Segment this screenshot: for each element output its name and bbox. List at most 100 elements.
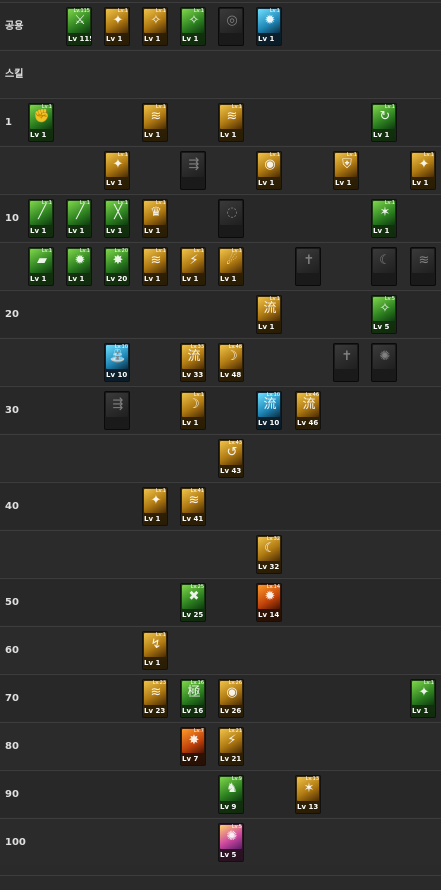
gust-icon: ≋ xyxy=(412,249,434,273)
skill-slot[interactable]: ≋ Lv.1 Lv 1 xyxy=(142,247,168,286)
skill-level-tag: Lv.48 xyxy=(228,344,242,350)
skill-slot[interactable]: ⛨ Lv.1 Lv 1 xyxy=(333,151,359,190)
skill-slot[interactable]: ↻ Lv.1 Lv 1 xyxy=(371,103,397,142)
skill-row: ↺ Lv.43 Lv 43 xyxy=(0,434,441,481)
skill-slot[interactable]: ⇶ xyxy=(104,391,130,430)
skill-row: 공용 ⚔ Lv.115 Lv 115 ✦ Lv.1 Lv 1 ✧ Lv.1 Lv 1 ✧ Lv.1 Lv… xyxy=(0,2,441,49)
skill-slot[interactable]: 流 Lv.46 Lv 46 xyxy=(295,391,321,430)
skill-level-label: Lv 1 xyxy=(106,35,123,43)
skill-slot[interactable]: ✦ Lv.1 Lv 1 xyxy=(142,487,168,526)
skill-level-label: Lv 14 xyxy=(258,611,280,619)
skill-slot[interactable]: ≋ Lv.41 Lv 41 xyxy=(180,487,206,526)
row-level-label: 70 xyxy=(5,693,19,704)
skill-slot[interactable]: ✹ Lv.1 Lv 1 xyxy=(256,7,282,46)
skill-slot[interactable]: ◎ xyxy=(218,7,244,46)
skill-slot[interactable]: ✖ Lv.25 Lv 25 xyxy=(180,583,206,622)
skill-slot[interactable]: ✊ Lv.1 Lv 1 xyxy=(28,103,54,142)
skill-slot[interactable]: ◉ Lv.1 Lv 1 xyxy=(256,151,282,190)
skill-level-tag: Lv.7 xyxy=(193,728,204,734)
skill-level-tag: Lv.1 xyxy=(423,680,434,686)
skill-slot[interactable]: ♞ Lv.9 Lv 9 xyxy=(218,775,244,814)
cross-icon: ✝ xyxy=(297,249,319,273)
skill-level-label: Lv 20 xyxy=(106,275,128,283)
row-level-label: 스킬 xyxy=(5,69,24,80)
skill-slot[interactable]: 流 Lv.33 Lv 33 xyxy=(180,343,206,382)
skill-slot[interactable]: ✶ Lv.13 Lv 13 xyxy=(295,775,321,814)
skill-level-label: Lv 1 xyxy=(144,227,161,235)
skill-slot[interactable]: ⚡ Lv.21 Lv 21 xyxy=(218,727,244,766)
skill-slot[interactable]: ✦ Lv.1 Lv 1 xyxy=(410,151,436,190)
skill-row: 30 ⇶ ☽ Lv.1 Lv 1 流 Lv.10 Lv 10 流 Lv.46 Lv 46 xyxy=(0,386,441,433)
row-level-label: 50 xyxy=(5,597,19,608)
skill-slot[interactable]: ☾ Lv.32 Lv 32 xyxy=(256,535,282,574)
skill-level-tag: Lv.43 xyxy=(228,440,242,446)
skill-slot[interactable]: ✸ Lv.7 Lv 7 xyxy=(180,727,206,766)
skill-level-tag: Lv.1 xyxy=(193,248,204,254)
skill-slot[interactable]: ✹ Lv.14 Lv 14 xyxy=(256,583,282,622)
skill-slot[interactable]: ✺ xyxy=(371,343,397,382)
skill-slot[interactable]: ✦ Lv.1 Lv 1 xyxy=(104,7,130,46)
skill-level-label: Lv 115 xyxy=(68,35,92,43)
skill-level-label: Lv 1 xyxy=(144,275,161,283)
skill-row: 70 ≋ Lv.23 Lv 23 極 Lv.16 Lv 16 ◉ Lv.26 Lv 26 ✦ Lv.1… xyxy=(0,674,441,721)
skill-level-label: Lv 1 xyxy=(182,419,199,427)
skill-row: 90 ♞ Lv.9 Lv 9 ✶ Lv.13 Lv 13 xyxy=(0,770,441,817)
skill-slot[interactable]: ♛ Lv.1 Lv 1 xyxy=(142,199,168,238)
skill-level-tag: Lv.41 xyxy=(190,488,204,494)
skill-slot[interactable]: ◌ xyxy=(218,199,244,238)
skill-level-label: Lv 1 xyxy=(220,131,237,139)
skill-level-tag: Lv.9 xyxy=(231,776,242,782)
skill-slot[interactable]: ≋ Lv.23 Lv 23 xyxy=(142,679,168,718)
skill-level-tag: Lv.1 xyxy=(79,248,90,254)
skill-slot[interactable]: ✸ Lv.20 Lv 20 xyxy=(104,247,130,286)
skill-slot[interactable]: 極 Lv.16 Lv 16 xyxy=(180,679,206,718)
skill-level-label: Lv 1 xyxy=(106,179,123,187)
skill-level-tag: Lv.1 xyxy=(269,296,280,302)
skill-slot[interactable]: ✦ Lv.1 Lv 1 xyxy=(104,151,130,190)
skill-slot[interactable]: ↯ Lv.1 Lv 1 xyxy=(142,631,168,670)
skill-level-tag: Lv.5 xyxy=(231,824,242,830)
skill-slot[interactable]: ╱ Lv.1 Lv 1 xyxy=(28,199,54,238)
skill-slot[interactable]: ✹ Lv.1 Lv 1 xyxy=(66,247,92,286)
skill-slot[interactable]: ☽ Lv.48 Lv 48 xyxy=(218,343,244,382)
skill-slot[interactable]: ✧ Lv.5 Lv 5 xyxy=(371,295,397,334)
skill-level-tag: Lv.10 xyxy=(266,392,280,398)
skill-slot[interactable]: ⚔ Lv.115 Lv 115 xyxy=(66,7,92,46)
skill-slot[interactable]: ✺ Lv.5 Lv 5 xyxy=(218,823,244,862)
skill-level-tag: Lv.25 xyxy=(190,584,204,590)
skill-level-tag: Lv.1 xyxy=(117,8,128,14)
skill-row: 50 ✖ Lv.25 Lv 25 ✹ Lv.14 Lv 14 xyxy=(0,578,441,625)
skill-level-tag: Lv.1 xyxy=(231,248,242,254)
skill-slot[interactable]: 流 Lv.1 Lv 1 xyxy=(256,295,282,334)
skill-slot[interactable]: ╳ Lv.1 Lv 1 xyxy=(104,199,130,238)
skill-slot[interactable]: ≋ xyxy=(410,247,436,286)
skill-slot[interactable]: ✦ Lv.1 Lv 1 xyxy=(410,679,436,718)
skill-level-tag: Lv.1 xyxy=(155,248,166,254)
skill-slot[interactable]: ✝ xyxy=(295,247,321,286)
skill-level-label: Lv 1 xyxy=(182,35,199,43)
skill-slot[interactable]: ⚡ Lv.1 Lv 1 xyxy=(180,247,206,286)
skill-slot[interactable]: ✶ Lv.1 Lv 1 xyxy=(371,199,397,238)
skill-slot[interactable]: ≋ Lv.1 Lv 1 xyxy=(142,103,168,142)
skill-slot[interactable]: ✝ xyxy=(333,343,359,382)
skill-slot[interactable]: ⇶ xyxy=(180,151,206,190)
skill-slot[interactable]: ☾ xyxy=(371,247,397,286)
skill-slot[interactable]: ✧ Lv.1 Lv 1 xyxy=(180,7,206,46)
skill-slot[interactable]: ◉ Lv.26 Lv 26 xyxy=(218,679,244,718)
footer-bar xyxy=(0,875,441,890)
skill-slot[interactable]: ↺ Lv.43 Lv 43 xyxy=(218,439,244,478)
skill-level-label: Lv 1 xyxy=(373,131,390,139)
skill-level-tag: Lv.1 xyxy=(117,152,128,158)
skill-slot[interactable]: ╱ Lv.1 Lv 1 xyxy=(66,199,92,238)
skill-row: 20 流 Lv.1 Lv 1 ✧ Lv.5 Lv 5 xyxy=(0,290,441,337)
skill-level-label: Lv 41 xyxy=(182,515,204,523)
skill-slot[interactable]: ☄ Lv.1 Lv 1 xyxy=(218,247,244,286)
skill-slot[interactable]: ⛲ Lv.10 Lv 10 xyxy=(104,343,130,382)
skill-slot[interactable]: ≋ Lv.1 Lv 1 xyxy=(218,103,244,142)
skill-slot[interactable]: 流 Lv.10 Lv 10 xyxy=(256,391,282,430)
skill-level-label: Lv 1 xyxy=(68,227,85,235)
skill-slot[interactable]: ▰ Lv.1 Lv 1 xyxy=(28,247,54,286)
skill-slot[interactable]: ☽ Lv.1 Lv 1 xyxy=(180,391,206,430)
skill-level-label: Lv 1 xyxy=(258,35,275,43)
skill-slot[interactable]: ✧ Lv.1 Lv 1 xyxy=(142,7,168,46)
